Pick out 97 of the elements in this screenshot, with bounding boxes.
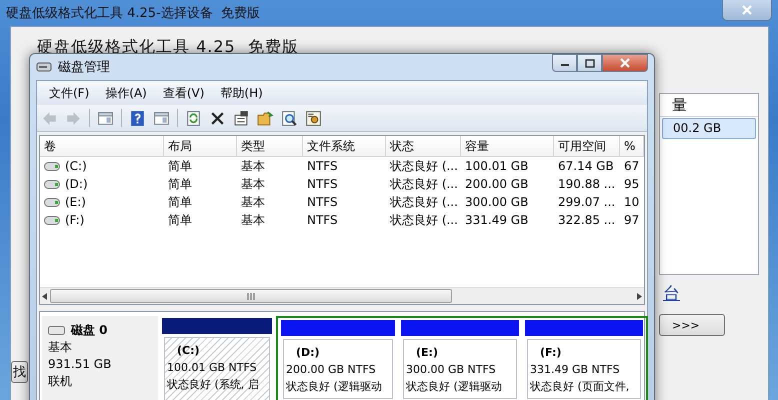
minimize-button[interactable]: [552, 54, 577, 72]
disk-status: 联机: [48, 373, 72, 390]
table-cell-text: 67.14 GB: [557, 159, 615, 173]
table-cell-text: 基本: [240, 158, 266, 174]
list-row[interactable]: 00.2 GB: [662, 118, 756, 139]
partition-status: 状态良好 (系统, 启: [167, 377, 259, 393]
column-header[interactable]: %: [620, 136, 644, 156]
table-cell-text: 67: [623, 159, 640, 173]
column-header[interactable]: 布局: [164, 136, 237, 156]
table-cell-text: 300.00 GB: [464, 195, 530, 209]
panel-icon[interactable]: [97, 110, 114, 126]
close-icon: [741, 5, 753, 15]
disk-management-icon: [36, 60, 52, 74]
column-header[interactable]: 文件系统: [303, 136, 386, 156]
close-icon: [619, 58, 631, 68]
partition-size: 200.00 GB NTFS: [286, 362, 376, 378]
menu-item[interactable]: 文件(F): [41, 84, 98, 102]
partition-block[interactable]: (E:) 300.00 GB NTFS 状态良好 (逻辑驱动: [403, 339, 517, 399]
table-cell-text: 100.01 GB: [464, 159, 530, 173]
table-cell-text: 基本: [240, 212, 266, 228]
table-cell-text: 基本: [240, 176, 266, 192]
table-cell: (D:): [65, 177, 88, 191]
horizontal-scrollbar[interactable]: [40, 287, 644, 304]
table-cell-text: 331.49 GB: [464, 213, 530, 227]
table-cell-text: 190.88 ...: [557, 177, 616, 191]
table-cell-text: 基本: [240, 194, 266, 210]
table-cell-text: 299.07 ...: [557, 195, 616, 209]
partition-label: (C:): [176, 343, 200, 359]
table-cell-text: 简单: [167, 176, 193, 192]
table-cell: (C:): [65, 159, 87, 173]
menu-item[interactable]: 操作(A): [97, 84, 155, 102]
table-cell-text: 简单: [167, 158, 193, 174]
table-cell-text: 状态良好 (...: [389, 176, 459, 192]
properties-icon[interactable]: [233, 110, 250, 126]
partition-size: 100.01 GB NTFS: [167, 360, 257, 376]
table-cell: (E:): [65, 195, 86, 209]
folder-icon[interactable]: [257, 110, 274, 126]
table-cell-text: 状态良好 (...: [389, 194, 459, 210]
disk-drive-icon: [48, 326, 65, 335]
column-header[interactable]: 可用空间: [554, 136, 620, 156]
delete-icon[interactable]: [209, 110, 226, 126]
partition-block[interactable]: (C:) 100.01 GB NTFS 状态良好 (系统, 启: [164, 337, 270, 400]
table-cell-text: 97: [623, 213, 640, 227]
table-cell-text: 95: [623, 177, 640, 191]
refresh-icon[interactable]: [185, 110, 202, 126]
partition-label: (D:): [295, 345, 320, 361]
window-title: 硬盘低级格式化工具 4.25-选择设备 免费版: [6, 5, 260, 22]
disk-type: 基本: [48, 339, 72, 356]
partition-size: 331.49 GB NTFS: [530, 362, 620, 378]
scroll-right-icon[interactable]: [636, 292, 642, 300]
table-cell-text: 状态良好 (...: [389, 158, 459, 174]
magnifier-icon[interactable]: [281, 110, 298, 126]
scroll-left-icon[interactable]: [42, 292, 48, 300]
table-cell-text: 10: [623, 195, 640, 209]
column-header[interactable]: 容量: [461, 136, 554, 156]
partition-block[interactable]: (D:) 200.00 GB NTFS 状态良好 (逻辑驱动: [283, 339, 393, 399]
table-cell-text: 简单: [167, 212, 193, 228]
menu-item[interactable]: 查看(V): [154, 84, 212, 102]
maximize-icon: [584, 58, 594, 68]
table-cell-text: NTFS: [306, 213, 339, 227]
partition-label: (F:): [539, 345, 562, 361]
drive-icon: [44, 162, 60, 170]
close-button[interactable]: [722, 0, 772, 21]
gear-icon[interactable]: [305, 110, 322, 126]
partition-block[interactable]: (F:) 331.49 GB NTFS 状态良好 (页面文件,: [527, 339, 641, 399]
table-cell-text: 200.00 GB: [464, 177, 530, 191]
find-button[interactable]: 找: [11, 361, 28, 383]
table-cell-text: 简单: [167, 194, 193, 210]
next-button[interactable]: >>>: [659, 314, 725, 336]
partition-status: 状态良好 (逻辑驱动: [286, 379, 382, 395]
drive-icon: [44, 198, 60, 206]
partition-status: 状态良好 (页面文件,: [530, 379, 630, 395]
column-header: 量: [660, 94, 758, 117]
partition-label: (E:): [415, 345, 438, 361]
drive-icon: [44, 216, 60, 224]
link[interactable]: 台: [663, 282, 680, 305]
table-cell-text: NTFS: [306, 177, 339, 191]
grip-icon: [246, 292, 256, 300]
partition-size: 300.00 GB NTFS: [406, 362, 496, 378]
table-cell-text: NTFS: [306, 195, 339, 209]
maximize-button[interactable]: [577, 54, 602, 72]
table-cell-text: NTFS: [306, 159, 339, 173]
column-header[interactable]: 状态: [386, 136, 461, 156]
partition-status: 状态良好 (逻辑驱动: [406, 379, 502, 395]
menu-item[interactable]: 帮助(H): [212, 84, 271, 102]
column-header[interactable]: 类型: [237, 136, 303, 156]
disk-name: 磁盘 0: [71, 322, 108, 339]
window-title: 磁盘管理: [58, 59, 110, 76]
help-icon[interactable]: [129, 110, 146, 126]
panel-icon[interactable]: [153, 110, 170, 126]
column-header[interactable]: 卷: [40, 136, 164, 156]
table-cell-text: 322.85 ...: [557, 213, 616, 227]
disk-size: 931.51 GB: [48, 356, 112, 373]
table-cell: (F:): [65, 213, 84, 227]
table-cell-text: 状态良好 (...: [389, 212, 459, 228]
close-button[interactable]: [602, 54, 648, 72]
drive-icon: [44, 180, 60, 188]
